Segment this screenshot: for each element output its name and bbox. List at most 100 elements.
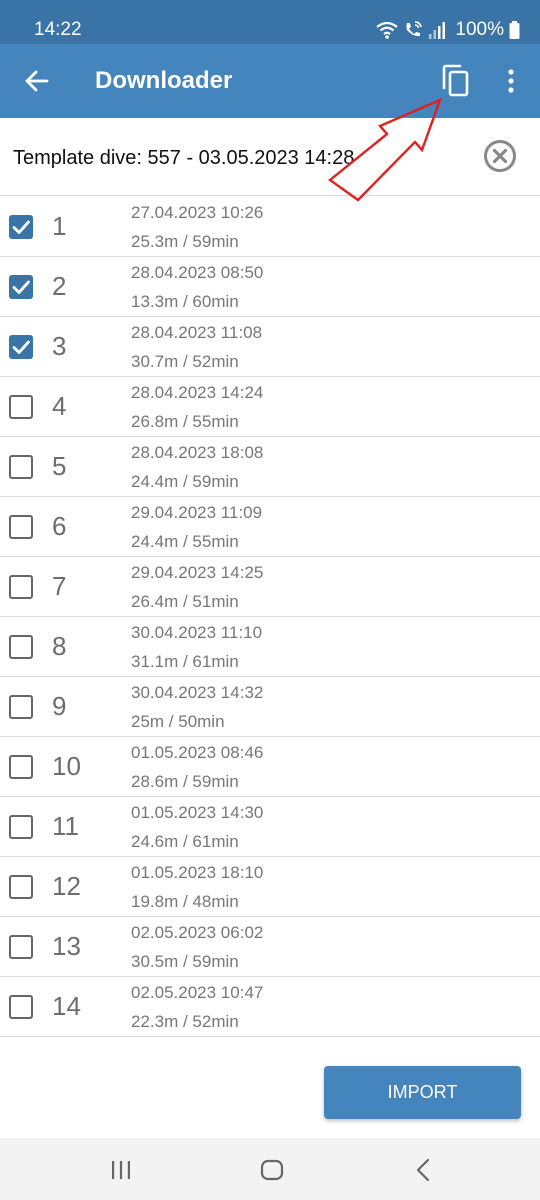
dive-number: 14 xyxy=(52,991,81,1021)
dive-depth-duration: 25m / 50min xyxy=(131,712,225,731)
dive-depth-duration: 22.3m / 52min xyxy=(131,1012,239,1031)
recents-icon xyxy=(112,1161,130,1179)
back-button[interactable] xyxy=(22,66,52,96)
close-circle-icon xyxy=(484,140,516,172)
battery-percent: 100% xyxy=(455,19,504,40)
checkbox-unchecked[interactable] xyxy=(9,875,33,899)
dive-number: 4 xyxy=(52,391,67,421)
dive-datetime: 28.04.2023 08:50 xyxy=(131,263,264,282)
dive-depth-duration: 24.6m / 61min xyxy=(131,832,239,851)
dive-number: 10 xyxy=(52,751,81,781)
dive-datetime: 01.05.2023 18:10 xyxy=(131,863,264,882)
dive-datetime: 29.04.2023 14:25 xyxy=(131,563,264,582)
dive-datetime: 28.04.2023 14:24 xyxy=(131,383,264,402)
recents-button[interactable] xyxy=(110,1160,132,1180)
dive-number: 2 xyxy=(52,271,67,301)
dive-number: 13 xyxy=(52,931,81,961)
dive-list: 1 27.04.2023 10:26 25.3m / 59min 2 28.04.202… xyxy=(0,197,540,1037)
checkbox-unchecked[interactable] xyxy=(9,815,33,839)
checkbox-checked[interactable] xyxy=(9,215,33,239)
dive-row[interactable]: 3 28.04.2023 11:08 30.7m / 52min xyxy=(0,317,540,377)
dive-depth-duration: 19.8m / 48min xyxy=(131,892,239,911)
checkbox-unchecked[interactable] xyxy=(9,455,33,479)
dive-datetime: 30.04.2023 11:10 xyxy=(131,623,263,642)
battery-icon xyxy=(509,20,520,40)
checkbox-unchecked[interactable] xyxy=(9,935,33,959)
wifi-calling-icon xyxy=(403,20,423,40)
dive-depth-duration: 28.6m / 59min xyxy=(131,772,239,791)
dive-number: 11 xyxy=(52,811,79,841)
home-button[interactable] xyxy=(260,1159,284,1181)
dive-depth-duration: 24.4m / 55min xyxy=(131,532,239,551)
dive-datetime: 30.04.2023 14:32 xyxy=(131,683,264,702)
dive-number: 1 xyxy=(52,211,67,241)
home-icon xyxy=(260,1159,284,1181)
dive-row[interactable]: 8 30.04.2023 11:10 31.1m / 61min xyxy=(0,617,540,677)
dive-depth-duration: 13.3m / 60min xyxy=(131,292,239,311)
check-icon xyxy=(12,340,30,354)
dive-number: 6 xyxy=(52,511,67,541)
dive-datetime: 28.04.2023 11:08 xyxy=(131,323,263,342)
status-icons: 100% xyxy=(376,18,520,42)
dive-row[interactable]: 7 29.04.2023 14:25 26.4m / 51min xyxy=(0,557,540,617)
wifi-icon xyxy=(376,20,399,40)
downloader-screen: 14:22 100% Downloader Template dive: 557… xyxy=(0,0,540,1200)
more-vert-icon xyxy=(508,69,514,93)
checkbox-checked[interactable] xyxy=(9,335,33,359)
checkbox-unchecked[interactable] xyxy=(9,995,33,1019)
page-title: Downloader xyxy=(95,67,233,94)
dive-number: 7 xyxy=(52,571,67,601)
checkbox-unchecked[interactable] xyxy=(9,635,33,659)
more-options-button[interactable] xyxy=(500,66,522,96)
dive-depth-duration: 31.1m / 61min xyxy=(131,652,239,671)
status-time: 14:22 xyxy=(34,19,82,40)
dive-datetime: 02.05.2023 10:47 xyxy=(131,983,264,1002)
dive-datetime: 01.05.2023 14:30 xyxy=(131,803,264,822)
checkbox-unchecked[interactable] xyxy=(9,395,33,419)
dive-row[interactable]: 12 01.05.2023 18:10 19.8m / 48min xyxy=(0,857,540,917)
dive-number: 9 xyxy=(52,691,67,721)
dive-row[interactable]: 1 27.04.2023 10:26 25.3m / 59min xyxy=(0,197,540,257)
dive-number: 3 xyxy=(52,331,67,361)
dive-datetime: 29.04.2023 11:09 xyxy=(131,503,263,522)
dive-row[interactable]: 6 29.04.2023 11:09 24.4m / 55min xyxy=(0,497,540,557)
dive-number: 5 xyxy=(52,451,67,481)
dive-row[interactable]: 4 28.04.2023 14:24 26.8m / 55min xyxy=(0,377,540,437)
dive-depth-duration: 30.7m / 52min xyxy=(131,352,239,371)
clear-template-button[interactable] xyxy=(483,139,517,173)
dive-number: 12 xyxy=(52,871,81,901)
signal-icon xyxy=(428,20,446,40)
dive-row[interactable]: 2 28.04.2023 08:50 13.3m / 60min xyxy=(0,257,540,317)
dive-row[interactable]: 9 30.04.2023 14:32 25m / 50min xyxy=(0,677,540,737)
dive-datetime: 01.05.2023 08:46 xyxy=(131,743,264,762)
check-icon xyxy=(12,280,30,294)
dive-depth-duration: 24.4m / 59min xyxy=(131,472,239,491)
dive-row[interactable]: 14 02.05.2023 10:47 22.3m / 52min xyxy=(0,977,540,1037)
dive-depth-duration: 30.5m / 59min xyxy=(131,952,239,971)
checkbox-unchecked[interactable] xyxy=(9,515,33,539)
dive-depth-duration: 26.4m / 51min xyxy=(131,592,239,611)
template-dive-row: Template dive: 557 - 03.05.2023 14:28 xyxy=(0,118,540,196)
dive-depth-duration: 25.3m / 59min xyxy=(131,232,239,251)
back-chevron-icon xyxy=(416,1158,430,1182)
checkbox-unchecked[interactable] xyxy=(9,575,33,599)
check-icon xyxy=(12,220,30,234)
dive-datetime: 28.04.2023 18:08 xyxy=(131,443,264,462)
app-bar: Downloader xyxy=(0,44,540,118)
checkbox-unchecked[interactable] xyxy=(9,695,33,719)
status-bar: 14:22 100% xyxy=(0,0,540,44)
dive-depth-duration: 26.8m / 55min xyxy=(131,412,239,431)
dive-datetime: 27.04.2023 10:26 xyxy=(131,203,264,222)
checkbox-unchecked[interactable] xyxy=(9,755,33,779)
dive-row[interactable]: 11 01.05.2023 14:30 24.6m / 61min xyxy=(0,797,540,857)
system-back-button[interactable] xyxy=(415,1158,431,1182)
checkbox-checked[interactable] xyxy=(9,275,33,299)
dive-datetime: 02.05.2023 06:02 xyxy=(131,923,264,942)
dive-row[interactable]: 10 01.05.2023 08:46 28.6m / 59min xyxy=(0,737,540,797)
back-arrow-icon xyxy=(25,70,49,92)
import-button[interactable]: IMPORT xyxy=(324,1066,521,1119)
dive-row[interactable]: 13 02.05.2023 06:02 30.5m / 59min xyxy=(0,917,540,977)
dive-row[interactable]: 5 28.04.2023 18:08 24.4m / 59min xyxy=(0,437,540,497)
copy-button[interactable] xyxy=(440,64,472,98)
dive-number: 8 xyxy=(52,631,67,661)
